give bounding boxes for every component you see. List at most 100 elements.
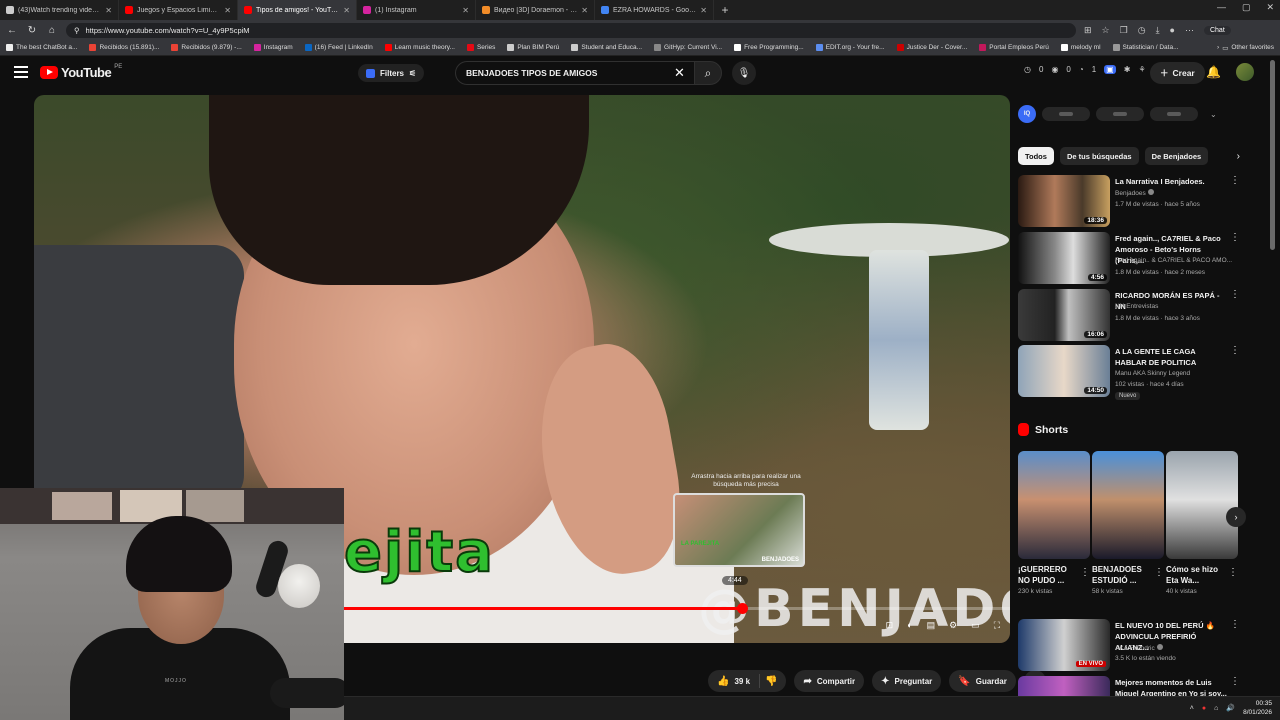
avatar[interactable] (1236, 63, 1254, 81)
tab-close-icon[interactable]: ✕ (581, 6, 588, 15)
video-thumbnail[interactable]: EN VIVO (1018, 619, 1110, 671)
more-vert-icon[interactable]: ⋮ (1230, 232, 1240, 243)
voice-search-button[interactable]: 🎙 (732, 61, 756, 85)
recommendation-item[interactable]: 16:06 RICARDO MORÁN ES PAPÁ - NN NN Entr… (1018, 289, 1240, 342)
bookmark-item[interactable]: GitHyp: Current Vi... (654, 44, 722, 51)
recommendation-item[interactable]: 4:56 Fred again.., CA7RIEL & Paco Amoros… (1018, 232, 1240, 285)
extension-icon[interactable]: ⊡ (886, 620, 894, 631)
network-icon[interactable]: ⌂ (1214, 705, 1218, 712)
video-thumbnail[interactable]: 14:50 (1018, 345, 1110, 397)
chat-button[interactable]: Chat (1203, 25, 1231, 35)
bookmark-item[interactable]: Justice Der - Cover... (896, 44, 967, 51)
more-vert-icon[interactable]: ⋮ (1230, 345, 1240, 356)
eye-icon[interactable]: ◉ (1051, 65, 1058, 74)
bookmark-item[interactable]: Portal Empleos Perú (979, 44, 1049, 51)
timer-icon[interactable]: ◔ (1079, 65, 1084, 74)
bookmark-item[interactable]: Recibidos (9.879) -... (171, 44, 242, 51)
short-thumbnail[interactable] (1018, 451, 1090, 559)
short-title[interactable]: ¡GUERRERO NO PUDO ... (1018, 564, 1076, 586)
search-input[interactable]: BENJADOES TIPOS DE AMIGOS (455, 61, 695, 85)
chip-from-channel[interactable]: De Benjadoes (1144, 147, 1209, 165)
channel-name[interactable]: NN Entrevistas (1115, 303, 1241, 310)
recommendation-item[interactable]: EN VIVO EL NUEVO 10 DEL PERÚ 🔥 ADVINCULA… (1018, 619, 1240, 672)
chevron-right-icon[interactable]: › (1237, 151, 1240, 162)
chevron-down-icon[interactable]: ⌄ (1210, 110, 1217, 119)
more-vert-icon[interactable]: ⋮ (1080, 567, 1090, 578)
channel-name[interactable]: AKA Fanodric (1115, 644, 1241, 652)
ai-spark-icon[interactable]: ⚘ (1138, 65, 1145, 74)
youtube-logo[interactable]: YouTube PE (40, 64, 122, 80)
site-info-icon[interactable]: ⚲ (74, 26, 80, 35)
video-thumbnail[interactable]: 4:56 (1018, 232, 1110, 284)
browser-tab-active[interactable]: Tipos de amigos! - YouTube ✕ (238, 0, 357, 20)
bookmark-item[interactable]: Statistician / Data... (1112, 44, 1179, 51)
browser-tab[interactable]: (1) Instagram ✕ (357, 0, 476, 20)
tab-close-icon[interactable]: ✕ (105, 6, 112, 15)
browser-tab[interactable]: Видео [3D] Doraemon - Stand By ✕ (476, 0, 595, 20)
tab-close-icon[interactable]: ✕ (343, 6, 350, 15)
video-title[interactable]: La Narrativa I Benjadoes. (1115, 176, 1229, 187)
clock-icon[interactable]: ◷ (1024, 65, 1031, 74)
chip-from-searches[interactable]: De tus búsquedas (1059, 147, 1139, 165)
extension-icon[interactable]: ⊞ (1084, 25, 1092, 36)
tab-close-icon[interactable]: ✕ (700, 6, 707, 15)
bookmark-item[interactable]: Recibidos (15.891)... (89, 44, 159, 51)
save-button[interactable]: 🔖 Guardar (949, 670, 1016, 692)
more-vert-icon[interactable]: ⋮ (1228, 567, 1238, 578)
scrollbar-thumb[interactable] (1270, 60, 1275, 250)
extension-logo-icon[interactable]: IQ (1018, 105, 1036, 123)
bookmark-item[interactable]: Student and Educa... (571, 44, 642, 51)
more-vert-icon[interactable]: ⋮ (1154, 567, 1164, 578)
subtitles-icon[interactable]: ▤ (927, 620, 936, 631)
channel-name[interactable]: Benjadoes (1115, 189, 1241, 197)
history-icon[interactable]: ◷ (1138, 25, 1146, 36)
video-title[interactable]: A LA GENTE LE CAGA HABLAR DE POLITICA (1115, 346, 1229, 368)
refresh-icon[interactable]: ↻ (26, 25, 38, 36)
short-title[interactable]: BENJADOES ESTUDIÓ ... (1092, 564, 1150, 586)
share-button[interactable]: ➦ Compartir (794, 670, 865, 692)
bookmark-item[interactable]: Instagram (253, 44, 293, 51)
page-scrollbar[interactable] (1270, 58, 1276, 696)
profile-icon[interactable]: ● (1170, 25, 1175, 35)
star-icon[interactable]: ☆ (1102, 25, 1110, 36)
channel-name[interactable]: Fred again.. & CA7RIEL & PACO AMO... (1115, 257, 1241, 264)
back-icon[interactable]: ← (6, 25, 18, 36)
search-button[interactable]: ⌕ (694, 61, 722, 85)
video-thumbnail[interactable]: 18:36 (1018, 175, 1110, 227)
mic-tray-icon[interactable]: ● (1202, 705, 1206, 712)
system-clock[interactable]: 00:35 8/01/2026 (1243, 699, 1272, 717)
hamburger-menu-icon[interactable] (14, 66, 28, 78)
close-window-icon[interactable]: ✕ (1266, 2, 1274, 13)
collections-icon[interactable]: ❐ (1120, 25, 1128, 36)
autoplay-toggle-icon[interactable]: ◐ (907, 620, 912, 631)
bookmark-item[interactable]: EDIT.org - Your fre... (815, 44, 885, 51)
bookmark-item[interactable]: The best ChatBot a... (6, 44, 77, 51)
ask-button[interactable]: ✦ Preguntar (872, 670, 942, 692)
video-thumbnail[interactable] (1018, 676, 1110, 696)
menu-dots-icon[interactable]: ⋯ (1185, 25, 1194, 36)
tab-close-icon[interactable]: ✕ (462, 6, 469, 15)
extension-pill[interactable] (1042, 107, 1090, 121)
channel-name[interactable]: Manu AKA Skinny Legend (1115, 370, 1241, 377)
bookmark-item[interactable]: Free Programming... (734, 44, 804, 51)
bookmark-item[interactable]: melody ml (1060, 44, 1101, 51)
short-title[interactable]: Cómo se hizo Eta Wa... (1166, 564, 1224, 586)
short-item[interactable]: BENJADOES ESTUDIÓ ... 58 k vistas ⋮ (1092, 451, 1164, 595)
more-vert-icon[interactable]: ⋮ (1230, 619, 1240, 630)
browser-tab[interactable]: EZRA HOWARDS - Google Search✕ (595, 0, 714, 20)
more-vert-icon[interactable]: ⋮ (1230, 175, 1240, 186)
fullscreen-icon[interactable]: ⛶ (994, 620, 1000, 631)
url-field[interactable]: ⚲ https://www.youtube.com/watch?v=U_4y9P… (66, 22, 1076, 38)
extension-pill[interactable] (1150, 107, 1198, 121)
recommendation-item[interactable]: 14:50 A LA GENTE LE CAGA HABLAR DE POLIT… (1018, 345, 1240, 403)
maximize-icon[interactable]: ▢ (1242, 2, 1251, 13)
shorts-next-button[interactable]: › (1226, 507, 1246, 527)
recommendation-item[interactable]: 18:36 La Narrativa I Benjadoes. Benjadoe… (1018, 175, 1240, 228)
clear-search-icon[interactable]: ✕ (674, 65, 685, 81)
more-vert-icon[interactable]: ⋮ (1230, 289, 1240, 300)
like-button[interactable]: 👍 39 k 👎 (708, 670, 787, 692)
short-thumbnail[interactable] (1166, 451, 1238, 559)
download-icon[interactable]: ⤓ (1156, 25, 1160, 36)
new-tab-button[interactable]: + (714, 0, 736, 20)
more-vert-icon[interactable]: ⋮ (1230, 676, 1240, 687)
